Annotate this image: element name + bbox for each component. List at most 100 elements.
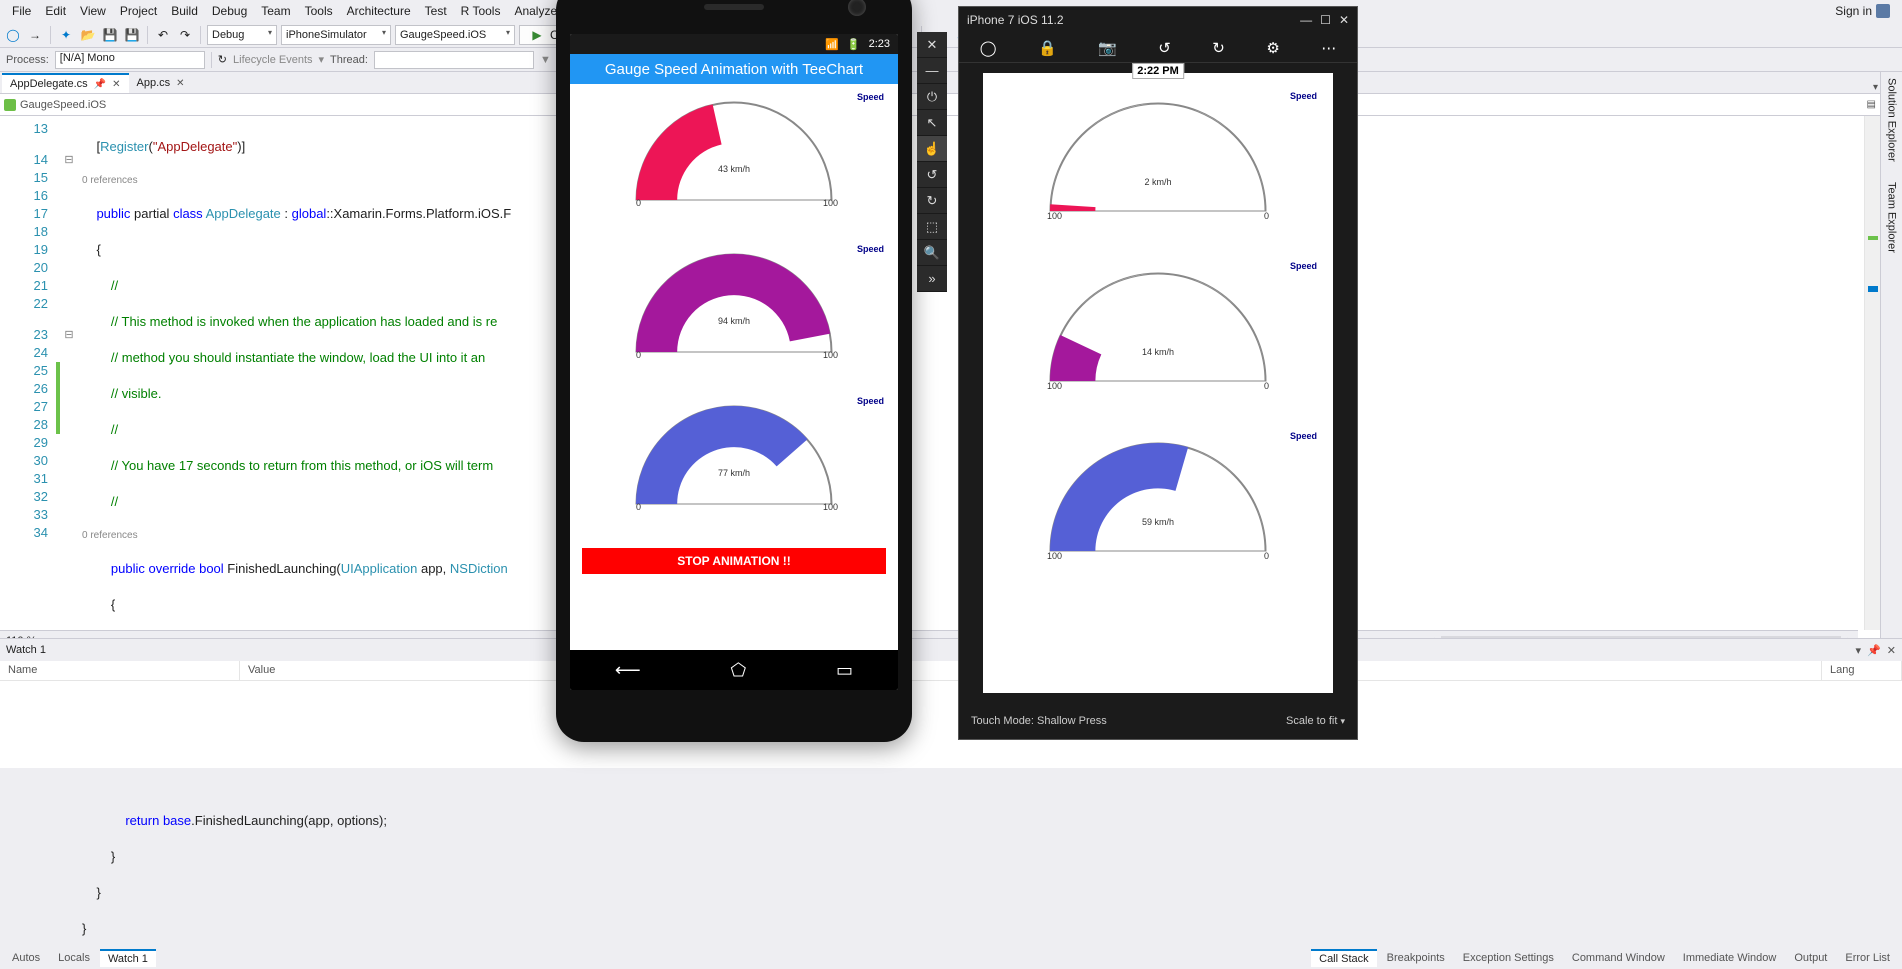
thread-field[interactable] [374,51,534,69]
menu-view[interactable]: View [74,2,112,20]
emu-pointer-icon[interactable]: ↖ [917,110,947,136]
emu-power-icon[interactable]: ⏻ [917,84,947,110]
bottom-tab-command-window[interactable]: Command Window [1564,950,1673,966]
watch-title: Watch 1 [6,644,46,656]
panel-pin-icon[interactable]: 📌 [1867,644,1881,657]
emu-rotate-left-icon[interactable]: ↺ [917,162,947,188]
emu-touch-icon[interactable]: ☝ [917,136,947,162]
emu-minimize-icon[interactable]: — [917,58,947,84]
menu-analyze[interactable]: Analyze [508,2,563,20]
home-icon[interactable]: ⬠ [731,660,747,681]
rotate-left-icon[interactable]: ↺ [1158,39,1171,57]
ios-screen[interactable]: Speed 2 km/h 100 0 Speed 14 km/h 100 0 [983,73,1333,693]
panel-dropdown-icon[interactable]: ▾ [1856,644,1862,657]
tab-overflow-icon[interactable]: ▾ [1873,82,1878,93]
ios-sim-toolbar: ◯ 🔒 📷 ↺ ↻ ⚙ ⋯ [959,33,1357,63]
thread-label: Thread: [330,54,368,66]
bottom-tabs-left: AutosLocalsWatch 1 [0,947,160,969]
emu-more-icon[interactable]: » [917,266,947,292]
gauge-legend: Speed [1290,431,1317,441]
menu-project[interactable]: Project [114,2,163,20]
filter-icon[interactable]: ▼ [540,54,551,66]
screenshot-icon[interactable]: 📷 [1098,39,1117,57]
bottom-tab-autos[interactable]: Autos [4,950,48,966]
watch-col-lang[interactable]: Lang [1822,661,1902,680]
menu-file[interactable]: File [6,2,37,20]
watch-panel: Watch 1 ▾ 📌 ✕ Name Value Lang [0,638,1902,768]
save-icon[interactable]: 💾 [101,26,119,44]
bottom-tab-immediate-window[interactable]: Immediate Window [1675,950,1785,966]
rail-solution-explorer[interactable]: Solution Explorer [1884,74,1900,166]
stop-animation-button[interactable]: STOP ANIMATION !! [582,548,886,574]
bottom-tab-locals[interactable]: Locals [50,950,98,966]
lock-icon[interactable]: 🔒 [1038,39,1057,57]
status-time: 2:23 [869,38,890,50]
panel-close-icon[interactable]: ✕ [1887,644,1896,657]
gauge-legend: Speed [1290,261,1317,271]
settings-icon[interactable]: ⚙ [1266,39,1279,57]
open-file-icon[interactable]: 📂 [79,26,97,44]
bottom-tab-error-list[interactable]: Error List [1837,950,1898,966]
tab-appdelegate[interactable]: AppDelegate.cs 📌 ✕ [2,73,129,93]
watch-col-name[interactable]: Name [0,661,240,680]
startup-project-dropdown[interactable]: GaugeSpeed.iOS [395,25,515,45]
lifecycle-icon[interactable]: ↻ [218,53,227,66]
configuration-dropdown[interactable]: Debug [207,25,277,45]
redo-icon[interactable]: ↷ [176,26,194,44]
menu-team[interactable]: Team [255,2,296,20]
undo-icon[interactable]: ↶ [154,26,172,44]
rotate-right-icon[interactable]: ↻ [1212,39,1225,57]
back-icon[interactable]: ⟵ [615,660,641,681]
app-title-bar: Gauge Speed Animation with TeeChart [570,54,898,84]
pin-icon[interactable]: 📌 [94,79,106,90]
scroll-map[interactable] [1864,116,1880,630]
gauge-value-label: 43 km/h [718,164,750,174]
process-field[interactable]: [N/A] Mono [55,51,205,69]
bottom-tab-call-stack[interactable]: Call Stack [1311,949,1377,967]
menu-architecture[interactable]: Architecture [341,2,417,20]
home-icon[interactable]: ◯ [980,39,997,57]
emu-rotate-right-icon[interactable]: ↻ [917,188,947,214]
split-icon[interactable]: ▤ [1867,99,1876,110]
menu-edit[interactable]: Edit [39,2,72,20]
ios-window-titlebar[interactable]: iPhone 7 iOS 11.2 — ☐ ✕ [959,7,1357,33]
recents-icon[interactable]: ▭ [836,660,853,681]
new-file-icon[interactable]: ✦ [57,26,75,44]
android-status-bar: 📶 🔋 2:23 [570,34,898,54]
back-icon[interactable]: ◯ [4,26,22,44]
sign-in[interactable]: Sign in [1829,2,1896,20]
gauge-value-label: 14 km/h [1142,347,1174,357]
close-icon[interactable]: ✕ [176,78,184,89]
emulator-side-toolbar: ✕ — ⏻ ↖ ☝ ↺ ↻ ⬚ 🔍 » [917,32,947,292]
scale-dropdown[interactable]: Scale to fit ▾ [1286,715,1345,727]
menu-r-tools[interactable]: R Tools [455,2,507,20]
menu-tools[interactable]: Tools [299,2,339,20]
platform-dropdown[interactable]: iPhoneSimulator [281,25,391,45]
android-emulator-frame: 📶 🔋 2:23 Gauge Speed Animation with TeeC… [556,0,912,742]
menu-debug[interactable]: Debug [206,2,253,20]
close-icon[interactable]: ✕ [1339,13,1349,27]
tab-app[interactable]: App.cs ✕ [129,73,193,93]
csharp-icon [4,99,16,111]
project-crumb[interactable]: GaugeSpeed.iOS [4,99,106,111]
minimize-icon[interactable]: — [1300,13,1312,27]
save-all-icon[interactable]: 💾 [123,26,141,44]
maximize-icon[interactable]: ☐ [1320,13,1331,27]
close-icon[interactable]: ✕ [112,79,120,90]
tab-label: AppDelegate.cs [10,78,88,90]
bottom-tab-watch-1[interactable]: Watch 1 [100,949,156,967]
menu-build[interactable]: Build [165,2,204,20]
bottom-tab-exception-settings[interactable]: Exception Settings [1455,950,1562,966]
menu-test[interactable]: Test [419,2,453,20]
rail-team-explorer[interactable]: Team Explorer [1884,178,1900,257]
emu-zoom-icon[interactable]: 🔍 [917,240,947,266]
bottom-tab-output[interactable]: Output [1786,950,1835,966]
emu-close-icon[interactable]: ✕ [917,32,947,58]
gauge-1: Speed 43 km/h 0 100 [578,90,890,240]
more-icon[interactable]: ⋯ [1321,39,1336,57]
forward-icon[interactable]: → [26,26,44,44]
emu-fit-icon[interactable]: ⬚ [917,214,947,240]
play-icon: ▶ [528,26,546,44]
bottom-tab-breakpoints[interactable]: Breakpoints [1379,950,1453,966]
android-screen[interactable]: 📶 🔋 2:23 Gauge Speed Animation with TeeC… [570,34,898,690]
